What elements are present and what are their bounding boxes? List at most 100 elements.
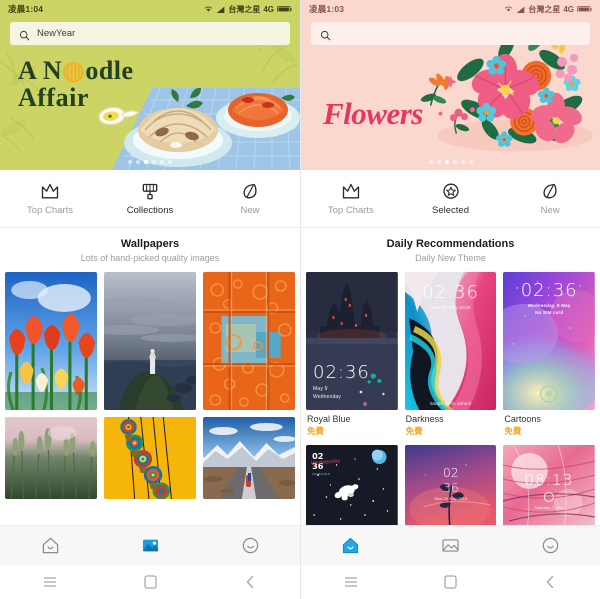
tab-top-charts[interactable]: Top Charts <box>0 182 100 216</box>
carrier-label: 台灣之星 <box>528 4 561 14</box>
search-value: NewYear <box>37 28 76 39</box>
banner-dot[interactable] <box>460 160 465 164</box>
theme-row-2: 02 36 Wednesday 09/05/2018 02 36 Wed 09 … <box>306 444 596 525</box>
tab-new[interactable]: New <box>200 182 300 216</box>
pink-leaf-macro[interactable]: 08:13 Saturday, 2 June <box>503 444 596 525</box>
battery-icon <box>277 5 292 13</box>
signal-bars-icon <box>216 6 225 13</box>
tab-selected[interactable]: Selected <box>401 182 501 216</box>
leaf-icon <box>540 182 560 200</box>
bottom-nav-home[interactable] <box>0 526 100 565</box>
wheat-field-pink-sky[interactable] <box>5 417 97 499</box>
clock-date-line2: Wednesday <box>313 394 342 400</box>
battery-icon <box>577 5 592 13</box>
dual-screenshot-container: 凌晨1:04 台灣之星 4G A N◍odle Affair NewYear T… <box>0 0 600 599</box>
wallpaper-cell[interactable] <box>5 417 97 499</box>
right-bottom-nav <box>301 525 600 565</box>
bottom-nav-wallpaper[interactable] <box>401 526 501 565</box>
banner-dot[interactable] <box>136 160 140 164</box>
svg-text:02: 02 <box>443 466 459 480</box>
section-subtitle: Daily New Theme <box>415 252 486 263</box>
theme-cell[interactable]: 02:36 Wed 09 May 2018 Swipe up to unlock… <box>404 272 497 438</box>
turkish-lamps-yellow[interactable] <box>104 417 196 499</box>
home-square-icon <box>143 575 157 589</box>
theme-cell[interactable]: 02:36 Wednesday, 9 May No SIM card Carto… <box>503 272 596 438</box>
banner-title-line2: Affair <box>18 82 89 112</box>
bottom-nav-profile[interactable] <box>500 526 600 565</box>
theme-cell[interactable]: 08:13 Saturday, 2 June <box>503 444 596 525</box>
banner-dot[interactable] <box>160 160 164 164</box>
home-icon <box>42 537 58 554</box>
left-banner-title: A N◍odle Affair <box>18 57 134 112</box>
banner-dot[interactable] <box>428 160 433 164</box>
theme-meta: Cartoons 免費 <box>503 410 595 438</box>
banner-dot[interactable] <box>452 160 457 164</box>
bottom-nav-profile[interactable] <box>200 526 300 565</box>
banner-dot[interactable] <box>128 160 132 164</box>
banner-dot[interactable] <box>468 160 473 164</box>
theme-cell[interactable]: 02:36 May 9 Wednesday Royal Blue 免費 <box>306 272 398 438</box>
left-status-bar: 凌晨1:04 台灣之星 4G <box>0 0 300 18</box>
lockscreen-hint: Swipe up to unlock <box>405 399 497 406</box>
tab-top-charts[interactable]: Top Charts <box>301 182 401 216</box>
android-back-button[interactable] <box>500 575 600 589</box>
star-circle-icon <box>441 182 461 200</box>
dark-castle-lake[interactable]: 02:36 May 9 Wednesday <box>306 272 398 410</box>
tab-new[interactable]: New <box>500 182 600 216</box>
right-banner-title: Flowers <box>323 96 423 131</box>
tab-label: New <box>540 204 560 216</box>
android-menu-button[interactable] <box>301 576 401 588</box>
android-home-button[interactable] <box>100 575 200 589</box>
search-input[interactable] <box>311 22 590 45</box>
search-input[interactable]: NewYear <box>10 22 290 45</box>
left-screen: 凌晨1:04 台灣之星 4G A N◍odle Affair NewYear T… <box>0 0 300 599</box>
left-banner[interactable]: A N◍odle Affair NewYear <box>0 18 300 170</box>
theme-grid: 02:36 May 9 Wednesday Royal Blue 免費 02:3… <box>301 272 600 525</box>
wallpaper-cell[interactable] <box>104 417 196 499</box>
banner-dot-active[interactable] <box>444 160 449 164</box>
right-search-container[interactable] <box>311 22 590 45</box>
bottom-nav-wallpaper[interactable] <box>100 526 200 565</box>
tab-collections[interactable]: Collections <box>100 182 200 216</box>
search-icon <box>320 28 331 41</box>
astronaut-space-night[interactable]: 02 36 Wednesday 09/05/2018 <box>306 444 398 525</box>
wallpaper-cell[interactable] <box>5 272 97 410</box>
banner-dot-active[interactable] <box>144 160 148 164</box>
orange-industrial-abstract[interactable] <box>203 272 295 410</box>
search-icon <box>19 28 30 41</box>
red-tulips-blue-sky[interactable] <box>5 272 97 410</box>
right-banner[interactable]: Flowers <box>301 18 600 170</box>
signal-bars-icon <box>516 6 525 13</box>
left-banner-dots[interactable] <box>0 160 300 164</box>
lighthouse-stormy-coast[interactable] <box>104 272 196 410</box>
mountain-road-highway[interactable] <box>203 417 295 499</box>
android-back-button[interactable] <box>200 575 300 589</box>
tab-label: New <box>240 204 260 216</box>
tab-label: Top Charts <box>27 204 73 216</box>
smiley-face-icon <box>542 537 558 554</box>
crown-icon <box>40 182 60 200</box>
theme-cell[interactable]: 02 36 Wednesday 09/05/2018 <box>306 444 398 525</box>
purple-rainbow-gradient[interactable]: 02:36 Wednesday, 9 May No SIM card <box>503 272 596 410</box>
banner-dot[interactable] <box>436 160 441 164</box>
banner-dot[interactable] <box>152 160 156 164</box>
svg-text:Wed 09 May 2018: Wed 09 May 2018 <box>434 497 468 501</box>
wallpaper-grid <box>0 272 300 525</box>
bottom-nav-home[interactable] <box>301 526 401 565</box>
pink-blue-fluid-abstract[interactable]: 02:36 Wed 09 May 2018 Swipe up to unlock <box>404 272 497 410</box>
wallpaper-cell[interactable] <box>203 272 295 410</box>
clock-date-line1: Wednesday, 9 May <box>527 303 571 308</box>
clock-date-line1: May 9 <box>313 386 328 392</box>
right-banner-dots[interactable] <box>301 160 600 164</box>
theme-cell[interactable]: 02 36 Wed 09 May 2018 <box>404 444 497 525</box>
left-search-container[interactable]: NewYear <box>10 22 290 45</box>
pink-purple-gradient-plant[interactable]: 02 36 Wed 09 May 2018 <box>404 444 497 525</box>
menu-icon <box>344 577 357 587</box>
theme-meta: Royal Blue 免費 <box>306 410 398 438</box>
android-menu-button[interactable] <box>0 576 100 588</box>
wallpaper-cell[interactable] <box>203 417 295 499</box>
status-time: 凌晨1:04 <box>8 4 44 14</box>
banner-dot[interactable] <box>168 160 172 164</box>
wallpaper-cell[interactable] <box>104 272 196 410</box>
android-home-button[interactable] <box>401 575 501 589</box>
